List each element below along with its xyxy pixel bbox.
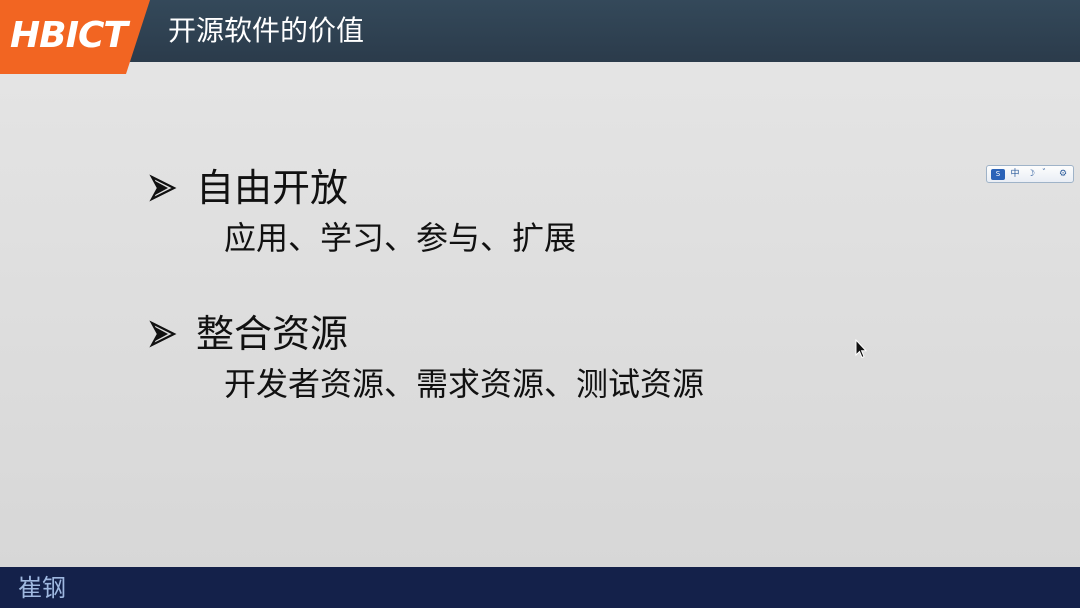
ime-language-toggle[interactable]: 中 (1009, 167, 1021, 181)
brand-logo-text: HBICT (10, 15, 128, 56)
presenter-name: 崔钢 (18, 574, 66, 602)
bullet-item: 自由开放 应用、学习、参与、扩展 (146, 164, 576, 260)
bullet-heading-row: 自由开放 (146, 164, 498, 212)
slide-header: 开源软件的价值 (0, 0, 1080, 62)
brand-logo: HBICT (0, 0, 150, 74)
ime-toolbar[interactable]: S 中 ☽ ゛ ⚙ (986, 165, 1074, 183)
bullet-heading: 自由开放 (196, 166, 349, 210)
arrow-bullet-icon (149, 320, 177, 348)
ime-logo-icon[interactable]: S (991, 167, 1005, 181)
mouse-cursor-icon (855, 339, 867, 359)
bullet-heading: 整合资源 (196, 312, 349, 356)
slide-footer: 崔钢 (0, 567, 1080, 608)
bullet-detail: 开发者资源、需求资源、测试资源 (224, 365, 705, 403)
punctuation-icon[interactable]: ゛ (1041, 167, 1053, 181)
moon-icon[interactable]: ☽ (1025, 167, 1037, 181)
slide-title: 开源软件的价值 (168, 14, 365, 47)
bullet-item: 整合资源 开发者资源、需求资源、测试资源 (146, 310, 704, 406)
gear-icon[interactable]: ⚙ (1057, 167, 1069, 181)
slide-canvas: 开源软件的价值 HBICT 自由开放 应用、学习、参与、扩展 整合资源 开发者资… (0, 0, 1080, 608)
bullet-detail: 应用、学习、参与、扩展 (224, 219, 577, 257)
arrow-bullet-icon (149, 174, 177, 202)
bullet-heading-row: 整合资源 (146, 310, 626, 358)
